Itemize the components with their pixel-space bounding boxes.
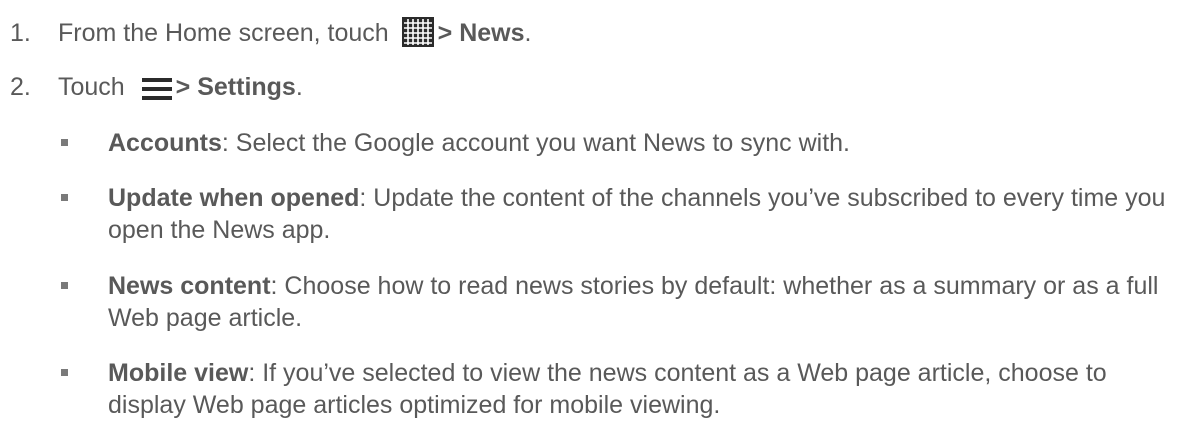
step-2: 2. Touch > Settings. (10, 72, 303, 108)
list-item: Accounts: Select the Google account you … (108, 127, 1188, 159)
step-suffix: . (524, 19, 532, 47)
list-item: News content: Choose how to read news st… (108, 270, 1188, 334)
step-action: > Settings (175, 73, 296, 101)
list-item: Update when opened: Update the content o… (108, 182, 1188, 246)
list-item: Mobile view: If you’ve selected to view … (108, 357, 1188, 421)
step-suffix: . (295, 73, 303, 101)
step-number: 1. (10, 19, 31, 47)
apps-grid-icon (401, 17, 434, 54)
bullet-marker (61, 139, 68, 146)
setting-description: : Select the Google account you want New… (221, 129, 851, 157)
step-action: > News (437, 19, 525, 47)
step-1: 1. From the Home screen, touch > News. (10, 17, 531, 54)
step-text: Touch (58, 73, 125, 101)
menu-icon (141, 77, 172, 108)
step-text: From the Home screen, touch (58, 19, 389, 47)
setting-term: Mobile view (108, 359, 249, 387)
setting-description: : If you’ve selected to view the news co… (108, 359, 1107, 419)
step-number: 2. (10, 73, 31, 101)
setting-term: News content (108, 272, 271, 300)
bullet-marker (61, 282, 68, 289)
setting-term: Accounts (108, 129, 222, 157)
setting-term: Update when opened (108, 184, 360, 212)
bullet-marker (61, 369, 68, 376)
bullet-marker (61, 194, 68, 201)
